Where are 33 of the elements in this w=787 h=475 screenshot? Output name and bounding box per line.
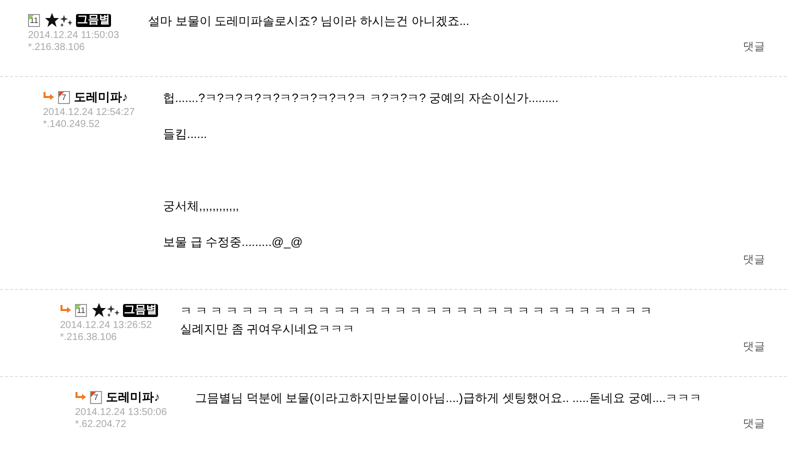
ip-address: *.216.38.106 (28, 42, 86, 54)
star-sparkle-icon (44, 12, 74, 28)
ip-address: *.216.38.106 (60, 332, 118, 344)
nickname[interactable]: 도레미파♪ (74, 90, 128, 104)
comment-text: 그믐별님 덕분에 보물(이라고하지만보물이아님....)급하게 셋팅했어요.. .....돋네요 궁예....ㅋㅋㅋ (195, 390, 703, 407)
comment-text: 보물 급 수정중.........@_@ (163, 234, 304, 251)
nickname[interactable]: 그믐별 (123, 304, 158, 316)
comment-date: 2014.12.24 13:26:52 (60, 320, 153, 332)
reply-link[interactable]: 댓글 (743, 417, 765, 431)
comment-date: 2014.12.24 12:54:27 (43, 107, 136, 119)
comment-text: 헙.......?ㅋ?ㅋ?ㅋ?ㅋ?ㅋ?ㅋ?ㅋ?ㅋ?ㅋ ㅋ?ㅋ?ㅋ? 궁예의 자손이신가......... (163, 90, 560, 107)
comment-text: 들킴...... (163, 126, 208, 143)
reply-link[interactable]: 댓글 (743, 340, 765, 354)
comment-text: 궁서체,,,,,,,,,,,, (163, 198, 240, 215)
reply-arrow-icon (60, 305, 72, 315)
comment-text: 설마 보물이 도레미파솔로시죠? 님이라 하시는건 아니겠죠... (148, 13, 470, 30)
level-badge: 7 (58, 90, 70, 104)
star-sparkle-icon (91, 302, 121, 318)
comment-text: ㅋ ㅋ ㅋ ㅋ ㅋ ㅋ ㅋ ㅋ ㅋ ㅋ ㅋ ㅋ ㅋ ㅋ ㅋ ㅋ ㅋ ㅋ ㅋ ㅋ ㅋ ㅋ ㅋ ㅋ ㅋ ㅋ ㅋ ㅋ ㅋ ㅋ ㅋ (180, 303, 654, 320)
comment-date: 2014.12.24 13:50:06 (75, 407, 168, 419)
reply-arrow-icon (75, 392, 87, 402)
level-badge: 11 (75, 304, 87, 316)
comment-date: 2014.12.24 11:50:03 (28, 30, 120, 42)
reply-link[interactable]: 댓글 (743, 40, 765, 54)
nickname[interactable]: 도레미파♪ (106, 390, 160, 404)
comment-text: 실례지만 좀 귀여우시네요ㅋㅋㅋ (180, 321, 356, 338)
nickname[interactable]: 그믐별 (76, 14, 111, 26)
ip-address: *.62.204.72 (75, 419, 128, 431)
level-badge: 11 (28, 14, 40, 26)
ip-address: *.140.249.52 (43, 119, 101, 131)
reply-arrow-icon (43, 92, 55, 102)
reply-link[interactable]: 댓글 (743, 253, 765, 267)
level-badge: 7 (90, 390, 102, 404)
